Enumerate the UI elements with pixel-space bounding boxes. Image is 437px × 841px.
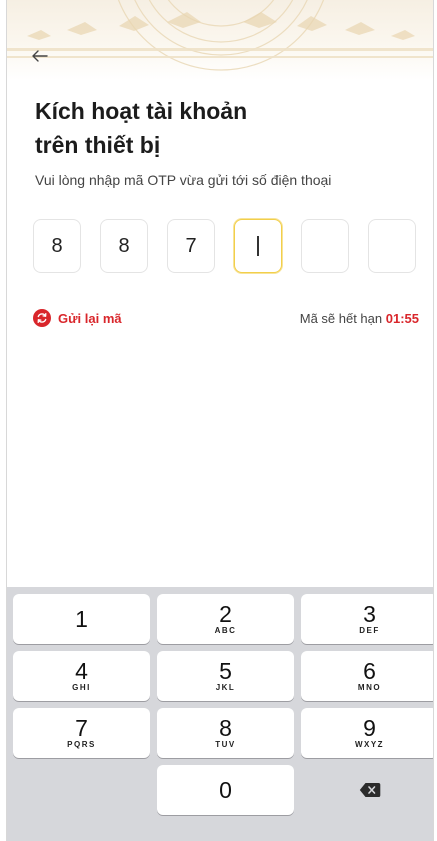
page-title-line1: Kích hoạt tài khoản bbox=[35, 98, 248, 124]
key-5-letters: JKL bbox=[215, 683, 236, 692]
refresh-icon bbox=[33, 309, 51, 327]
key-4-digit: 4 bbox=[75, 658, 88, 684]
key-7-digit: 7 bbox=[75, 715, 88, 741]
key-1[interactable]: 1 bbox=[13, 594, 150, 644]
otp-digit-5[interactable] bbox=[301, 219, 349, 273]
resend-code-label: Gửi lại mã bbox=[58, 310, 122, 326]
key-7[interactable]: 7 PQRS bbox=[13, 708, 150, 758]
key-3[interactable]: 3 DEF bbox=[301, 594, 433, 644]
page-title: Kích hoạt tài khoản trên thiết bị bbox=[35, 94, 395, 162]
key-5-digit: 5 bbox=[219, 658, 232, 684]
otp-digit-4[interactable] bbox=[234, 219, 282, 273]
otp-digit-2[interactable]: 8 bbox=[100, 219, 148, 273]
key-8-letters: TUV bbox=[215, 740, 236, 749]
key-7-letters: PQRS bbox=[67, 740, 96, 749]
key-9[interactable]: 9 WXYZ bbox=[301, 708, 433, 758]
expiry-notice: Mã sẽ hết hạn 01:55 bbox=[300, 311, 419, 326]
expiry-label: Mã sẽ hết hạn bbox=[299, 311, 383, 326]
otp-digit-1[interactable]: 8 bbox=[33, 219, 81, 273]
key-empty bbox=[13, 765, 150, 815]
key-6[interactable]: 6 MNO bbox=[301, 651, 433, 701]
drum-pattern-decoration bbox=[7, 0, 433, 71]
otp-input-group: 8 8 7 bbox=[33, 219, 418, 275]
numeric-keypad: 1 2 ABC 3 DEF 4 GHI 5 JKL 6 MNO 7 PQRS 8… bbox=[7, 587, 433, 841]
key-4-letters: GHI bbox=[72, 683, 91, 692]
key-2-letters: ABC bbox=[214, 626, 237, 635]
key-8[interactable]: 8 TUV bbox=[157, 708, 294, 758]
header-decoration bbox=[7, 0, 433, 80]
key-8-digit: 8 bbox=[219, 715, 232, 741]
key-2[interactable]: 2 ABC bbox=[157, 594, 294, 644]
key-1-digit: 1 bbox=[75, 606, 88, 632]
key-6-letters: MNO bbox=[357, 683, 382, 692]
key-4[interactable]: 4 GHI bbox=[13, 651, 150, 701]
key-0-digit: 0 bbox=[219, 777, 232, 803]
app-screen: Kích hoạt tài khoản trên thiết bị Vui lò… bbox=[6, 0, 434, 841]
key-2-digit: 2 bbox=[219, 601, 232, 627]
backspace-icon bbox=[359, 783, 380, 797]
key-5[interactable]: 5 JKL bbox=[157, 651, 294, 701]
resend-code-button[interactable]: Gửi lại mã bbox=[33, 309, 122, 327]
otp-digit-6[interactable] bbox=[368, 219, 416, 273]
key-9-digit: 9 bbox=[363, 715, 376, 741]
instruction-text: Vui lòng nhập mã OTP vừa gửi tới số điện… bbox=[35, 172, 332, 188]
key-6-digit: 6 bbox=[363, 658, 376, 684]
otp-digit-3[interactable]: 7 bbox=[167, 219, 215, 273]
delete-key[interactable] bbox=[301, 765, 433, 815]
countdown-timer: 01:55 bbox=[385, 311, 419, 326]
back-button[interactable] bbox=[29, 45, 51, 67]
key-0[interactable]: 0 bbox=[157, 765, 294, 815]
arrow-left-icon bbox=[32, 50, 48, 62]
key-3-letters: DEF bbox=[359, 626, 380, 635]
text-cursor bbox=[257, 236, 259, 256]
page-title-line2: trên thiết bị bbox=[35, 132, 161, 158]
key-3-digit: 3 bbox=[363, 601, 376, 627]
key-9-letters: WXYZ bbox=[354, 740, 385, 749]
